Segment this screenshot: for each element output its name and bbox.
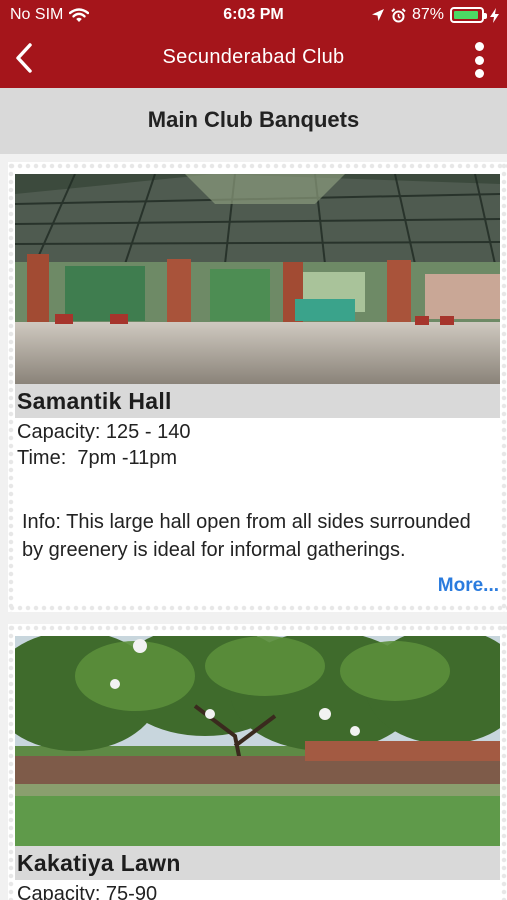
venue-name-bar: Kakatiya Lawn [15, 846, 500, 880]
venue-card[interactable]: Samantik Hall Capacity: 125 - 140 Time: … [8, 162, 507, 612]
charging-bolt-icon [490, 7, 499, 23]
venue-capacity: Capacity: 125 - 140 [17, 421, 191, 443]
battery-percent: 87% [411, 6, 444, 23]
venue-info: Info: This large hall open from all side… [22, 511, 471, 561]
section-header: Main Club Banquets [0, 88, 507, 154]
venue-card[interactable]: Kakatiya Lawn Capacity: 75-90 [8, 624, 507, 900]
venue-name: Kakatiya Lawn [17, 850, 181, 876]
page-title: Secunderabad Club [162, 46, 345, 68]
top-bar: No SIM 6:03 PM 87% Secunderabad Club [0, 0, 507, 88]
venue-name: Samantik Hall [17, 388, 172, 414]
location-arrow-icon [371, 9, 384, 21]
venue-name-bar: Samantik Hall [15, 384, 500, 418]
more-link[interactable]: More... [438, 575, 499, 597]
more-options-button[interactable] [467, 40, 491, 80]
section-title: Main Club Banquets [147, 107, 360, 132]
alarm-clock-icon [391, 7, 406, 22]
venue-capacity: Capacity: 75-90 [17, 883, 158, 900]
venue-time: Time: 7pm -11pm [17, 447, 178, 469]
status-bar: No SIM 6:03 PM 87% [0, 0, 507, 30]
venue-photo [15, 174, 500, 384]
vertical-ellipsis-icon [474, 42, 484, 51]
navigation-bar: Secunderabad Club [0, 30, 507, 88]
venue-photo [15, 636, 500, 848]
battery-icon [450, 7, 487, 23]
